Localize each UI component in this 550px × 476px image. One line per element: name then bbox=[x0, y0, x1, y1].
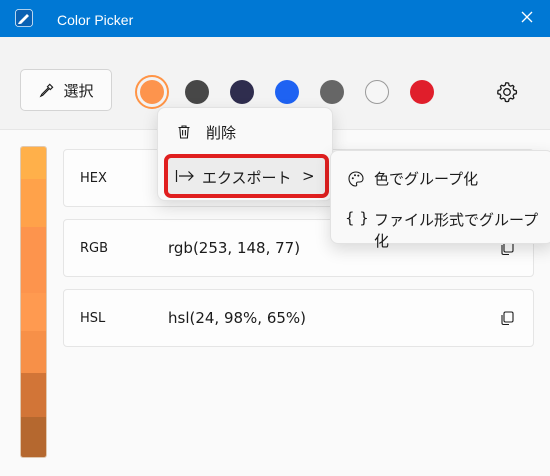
gradient-step-3[interactable] bbox=[21, 227, 46, 293]
select-button[interactable]: 選択 bbox=[20, 69, 112, 111]
eyedropper-icon bbox=[40, 83, 54, 97]
submenu-item-group-by-color[interactable]: 色でグループ化 bbox=[331, 159, 550, 197]
gear-icon[interactable] bbox=[495, 80, 519, 104]
copy-icon[interactable] bbox=[499, 310, 515, 326]
rgb-value: rgb(253, 148, 77) bbox=[168, 239, 301, 257]
export-submenu: 色でグループ化 { } ファイル形式でグループ化 bbox=[330, 150, 550, 250]
select-button-label: 選択 bbox=[63, 81, 94, 100]
gradient-step-6[interactable] bbox=[21, 373, 46, 417]
gradient-step-2[interactable] bbox=[21, 179, 46, 227]
close-icon bbox=[521, 11, 533, 23]
title-bar: Color Picker bbox=[0, 0, 550, 37]
menu-item-export-label: エクスポート bbox=[202, 169, 292, 187]
rgb-label: RGB bbox=[80, 241, 109, 256]
window-title: Color Picker bbox=[57, 12, 134, 28]
hsl-label: HSL bbox=[80, 311, 106, 326]
export-icon bbox=[175, 170, 194, 182]
color-swatch-7[interactable] bbox=[410, 80, 434, 104]
color-swatch-1[interactable] bbox=[140, 80, 164, 104]
menu-item-delete[interactable]: 削除 bbox=[164, 114, 324, 150]
color-gradient-bar[interactable] bbox=[20, 146, 47, 458]
color-swatch-2[interactable] bbox=[185, 80, 209, 104]
gradient-step-1[interactable] bbox=[21, 147, 46, 179]
braces-icon: { } bbox=[345, 209, 369, 227]
gradient-step-7[interactable] bbox=[21, 417, 46, 457]
app-icon bbox=[15, 9, 33, 27]
submenu-item-group-by-format[interactable]: { } ファイル形式でグループ化 bbox=[331, 200, 550, 250]
color-swatch-6[interactable] bbox=[365, 80, 389, 104]
menu-item-export-highlight[interactable]: エクスポート > bbox=[164, 154, 329, 198]
submenu-item-group-by-format-label: ファイル形式でグループ化 bbox=[374, 211, 539, 250]
color-swatch-3[interactable] bbox=[230, 80, 254, 104]
chevron-right-icon: > bbox=[302, 167, 315, 185]
menu-item-delete-label: 削除 bbox=[206, 123, 237, 142]
submenu-item-group-by-color-label: 色でグループ化 bbox=[374, 170, 479, 188]
close-button[interactable] bbox=[504, 0, 550, 34]
hsl-value: hsl(24, 98%, 65%) bbox=[168, 309, 307, 327]
gradient-step-4[interactable] bbox=[21, 293, 46, 331]
palette-icon bbox=[348, 171, 364, 187]
trash-icon bbox=[178, 125, 190, 139]
color-swatch-5[interactable] bbox=[320, 80, 344, 104]
color-swatch-4[interactable] bbox=[275, 80, 299, 104]
hsl-card: HSL hsl(24, 98%, 65%) bbox=[63, 289, 534, 347]
gradient-step-5[interactable] bbox=[21, 331, 46, 373]
hex-label: HEX bbox=[80, 171, 107, 186]
